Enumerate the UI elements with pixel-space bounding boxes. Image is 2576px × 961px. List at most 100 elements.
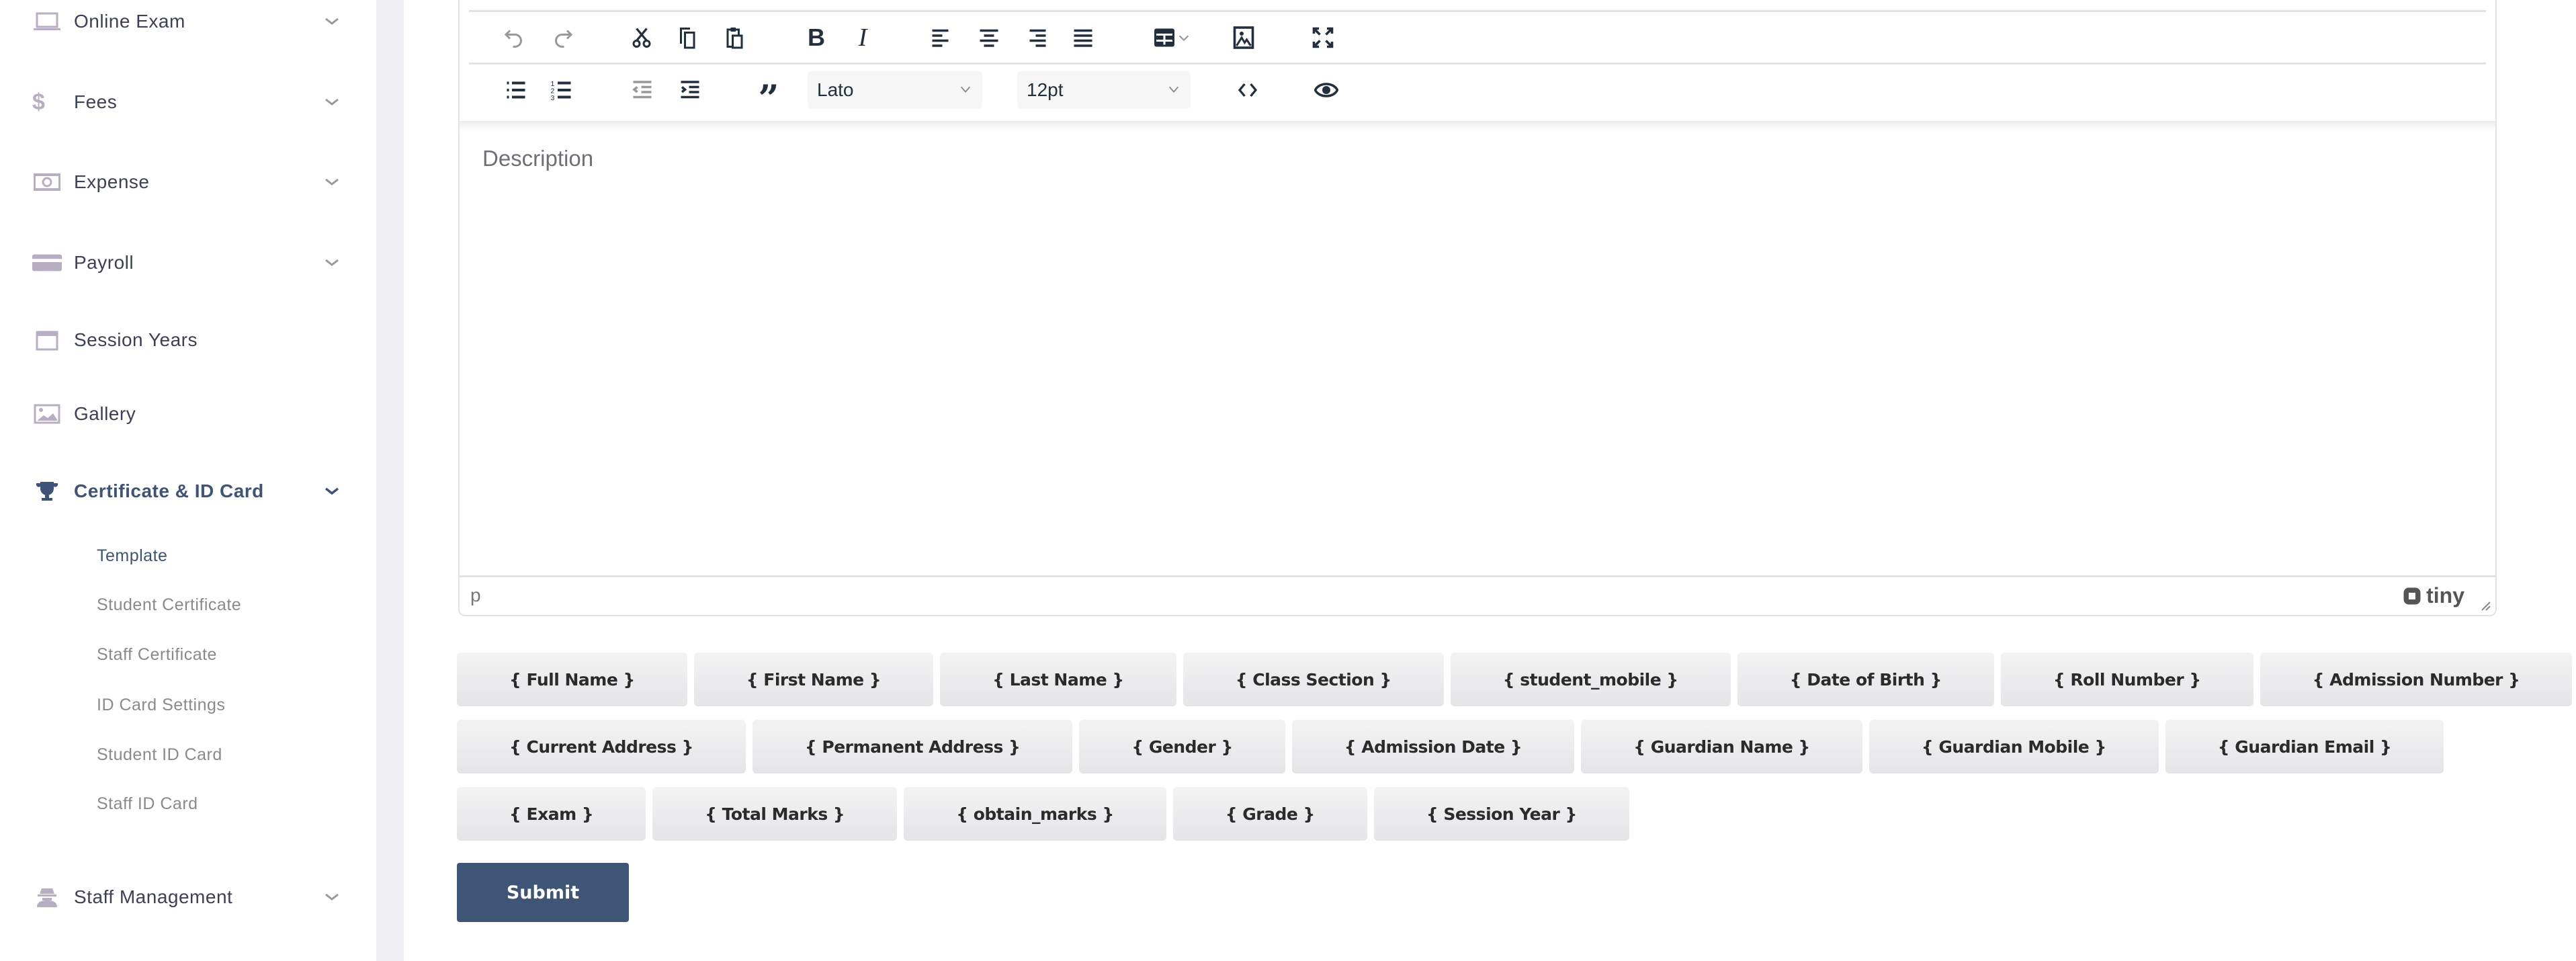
chevron-down-icon: [1178, 35, 1189, 42]
numbered-list-button[interactable]: 123: [545, 73, 578, 107]
rich-text-editor: B I 123 ” Lato 12pt Description p tiny: [458, 0, 2497, 616]
table-button[interactable]: [1145, 21, 1199, 54]
submenu-student-certificate[interactable]: Student Certificate: [97, 595, 241, 615]
sidebar-item-online-exam[interactable]: Online Exam: [0, 0, 376, 48]
resize-handle-icon[interactable]: [2478, 598, 2491, 612]
align-center-icon: [980, 29, 998, 47]
copy-button[interactable]: [671, 21, 705, 54]
redo-button[interactable]: [546, 21, 580, 54]
paste-button[interactable]: [719, 21, 753, 54]
source-code-button[interactable]: [1231, 73, 1264, 107]
placeholder-row: { Exam }{ Total Marks }{ obtain_marks }{…: [457, 787, 1629, 841]
undo-button[interactable]: [497, 21, 531, 54]
placeholder-tag-button[interactable]: { Guardian Name }: [1581, 720, 1862, 774]
placeholder-tag-button[interactable]: { obtain_marks }: [904, 787, 1166, 841]
credit-card-icon: [32, 251, 62, 274]
sidebar-item-fees[interactable]: $ Fees: [0, 75, 376, 129]
placeholder-tag-button[interactable]: { student_mobile }: [1450, 653, 1731, 706]
blockquote-button[interactable]: ”: [752, 73, 785, 116]
indent-button[interactable]: [673, 73, 707, 107]
font-size-select[interactable]: 12pt: [1017, 71, 1191, 109]
placeholder-tag-button[interactable]: { Exam }: [457, 787, 646, 841]
image-icon: [32, 403, 62, 425]
sidebar-item-session-years[interactable]: Session Years: [0, 313, 376, 367]
justify-icon: [1074, 29, 1092, 47]
placeholder-tag-button[interactable]: { Gender }: [1079, 720, 1285, 774]
placeholder-row: { Full Name }{ First Name }{ Last Name }…: [457, 653, 2573, 706]
sidebar-item-gallery[interactable]: Gallery: [0, 387, 376, 441]
chevron-down-icon: [325, 893, 339, 901]
calendar-icon: [32, 329, 62, 351]
chevron-down-icon: [325, 259, 339, 266]
align-center-button[interactable]: [972, 21, 1006, 54]
bullet-list-icon: [507, 81, 525, 99]
bullet-list-button[interactable]: [499, 73, 533, 107]
preview-button[interactable]: [1310, 73, 1343, 107]
sidebar-item-staff-management[interactable]: Staff Management: [0, 870, 376, 924]
money-bill-icon: [32, 171, 62, 194]
placeholder-tag-button[interactable]: { Admission Date }: [1291, 720, 1575, 774]
sidebar-item-payroll[interactable]: Payroll: [0, 236, 376, 290]
indent-icon: [681, 81, 699, 99]
placeholder-tag-button[interactable]: { Full Name }: [457, 653, 687, 706]
eye-icon: [1314, 83, 1338, 97]
chevron-down-icon: [325, 98, 339, 106]
justify-button[interactable]: [1066, 21, 1100, 54]
quote-icon: ”: [758, 77, 779, 120]
align-left-button[interactable]: [925, 21, 958, 54]
sidebar-item-certificate-id-card[interactable]: Certificate & ID Card: [0, 464, 376, 518]
content-gutter: [376, 0, 404, 961]
submenu-staff-id-card[interactable]: Staff ID Card: [97, 794, 198, 814]
copy-icon: [680, 28, 695, 49]
description-placeholder[interactable]: Description: [482, 146, 593, 171]
placeholder-tag-button[interactable]: { First Name }: [693, 653, 934, 706]
code-icon: [1238, 83, 1258, 97]
placeholder-tag-button[interactable]: { Guardian Email }: [2165, 720, 2444, 774]
outdent-button[interactable]: [626, 73, 659, 107]
align-left-icon: [932, 29, 949, 47]
element-path[interactable]: p: [470, 585, 481, 606]
placeholder-tag-button[interactable]: { Roll Number }: [2000, 653, 2253, 706]
align-right-icon: [1029, 29, 1046, 47]
bold-button[interactable]: B: [800, 21, 833, 54]
placeholder-row: { Current Address }{ Permanent Address }…: [457, 720, 2444, 774]
placeholder-tag-button[interactable]: { Permanent Address }: [752, 720, 1073, 774]
placeholder-tag-button[interactable]: { Grade }: [1172, 787, 1367, 841]
submenu-student-id-card[interactable]: Student ID Card: [97, 745, 222, 765]
image-icon: [1233, 26, 1254, 49]
toolbar-divider: [469, 10, 2486, 12]
tiny-brand: tiny: [2426, 583, 2464, 608]
submit-button[interactable]: Submit: [457, 863, 629, 922]
font-size-value: 12pt: [1027, 79, 1064, 100]
tiny-icon: [2403, 587, 2421, 604]
placeholder-tag-button[interactable]: { Admission Number }: [2260, 653, 2573, 706]
align-right-button[interactable]: [1020, 21, 1054, 54]
placeholder-tag-button[interactable]: { Date of Birth }: [1737, 653, 1994, 706]
user-secret-icon: [32, 886, 62, 909]
submenu-id-card-settings[interactable]: ID Card Settings: [97, 696, 225, 715]
outdent-icon: [632, 81, 652, 99]
placeholder-tag-button[interactable]: { Session Year }: [1373, 787, 1629, 841]
chevron-down-icon: [1168, 86, 1179, 93]
placeholder-tag-button[interactable]: { Last Name }: [940, 653, 1176, 706]
placeholder-tag-button[interactable]: { Current Address }: [457, 720, 746, 774]
cut-icon: [632, 28, 651, 48]
fullscreen-button[interactable]: [1306, 21, 1340, 54]
submenu-template[interactable]: Template: [97, 546, 167, 566]
sidebar: Online Exam $ Fees Expense Payroll Sessi…: [0, 0, 376, 961]
redo-icon: [555, 30, 573, 48]
placeholder-tag-button[interactable]: { Guardian Mobile }: [1869, 720, 2159, 774]
font-family-select[interactable]: Lato: [808, 71, 982, 109]
chevron-down-icon: [325, 178, 339, 185]
trophy-icon: [32, 480, 62, 503]
sidebar-item-expense[interactable]: Expense: [0, 155, 376, 209]
table-icon: [1154, 28, 1174, 47]
italic-button[interactable]: I: [846, 21, 879, 54]
tiny-logo[interactable]: tiny: [2402, 583, 2464, 608]
submenu-staff-certificate[interactable]: Staff Certificate: [97, 645, 217, 665]
placeholder-tag-button[interactable]: { Total Marks }: [652, 787, 898, 841]
image-button[interactable]: [1227, 21, 1260, 54]
cut-button[interactable]: [625, 21, 658, 54]
placeholder-tag-button[interactable]: { Class Section }: [1183, 653, 1444, 706]
statusbar-divider: [460, 575, 2495, 577]
